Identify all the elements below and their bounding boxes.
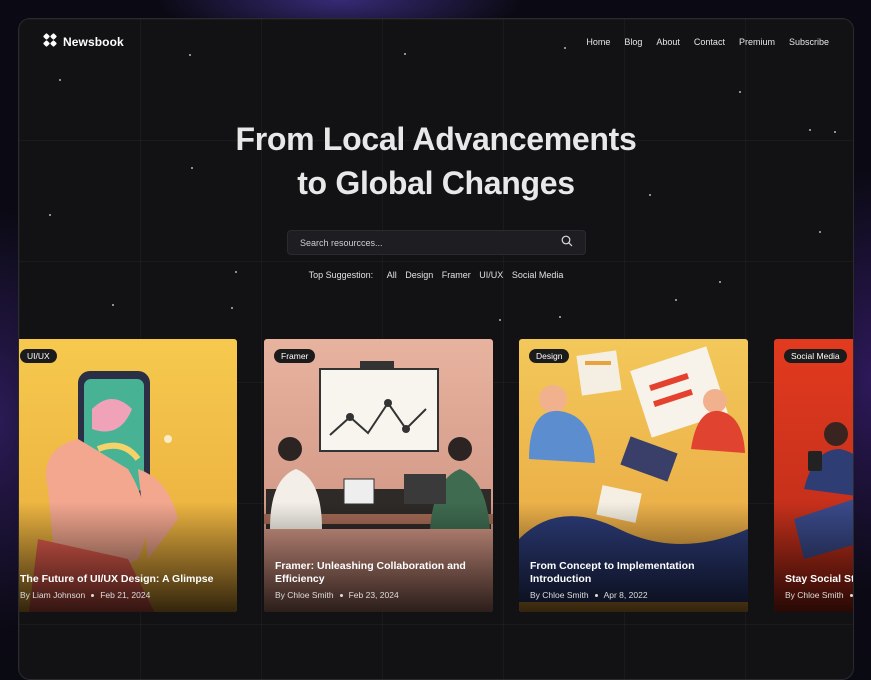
top-suggestions: Top Suggestion: All Design Framer UI/UX … — [19, 270, 853, 280]
nav-contact[interactable]: Contact — [694, 37, 725, 47]
suggestion-label: Top Suggestion: — [308, 270, 374, 280]
nav-subscribe[interactable]: Subscribe — [789, 37, 829, 47]
browser-frame: Newsbook Home Blog About Contact Premium… — [18, 18, 854, 680]
hero: From Local Advancements to Global Change… — [19, 117, 853, 205]
article-author: By Liam Johnson — [20, 590, 86, 600]
category-tag[interactable]: Design — [529, 349, 570, 363]
article-card[interactable]: Social Media Stay Social Stories: Demyst… — [774, 339, 853, 612]
nav-home[interactable]: Home — [586, 37, 610, 47]
separator-dot — [339, 594, 343, 598]
nav-menu: Home Blog About Contact Premium Subscrib… — [586, 37, 829, 47]
article-meta: By Chloe Smith Apr 8, 2022 — [530, 590, 648, 600]
article-meta: By Liam Johnson Feb 21, 2024 — [20, 590, 150, 600]
hero-title: From Local Advancements to Global Change… — [19, 117, 853, 205]
article-title[interactable]: From Concept to Implementation Introduct… — [530, 560, 740, 586]
top-nav: Newsbook Home Blog About Contact Premium… — [43, 32, 829, 52]
article-carousel: UI/UX The Future of UI/UX Design: A Glim… — [19, 339, 853, 613]
category-tag[interactable]: UI/UX — [20, 349, 57, 363]
brand-name: Newsbook — [63, 35, 124, 49]
separator-dot — [849, 594, 853, 598]
nav-premium[interactable]: Premium — [739, 37, 775, 47]
article-card[interactable]: Framer Framer: Unleashing Collaboration … — [264, 339, 493, 612]
article-card[interactable]: UI/UX The Future of UI/UX Design: A Glim… — [19, 339, 237, 612]
hero-title-line-2: to Global Changes — [297, 165, 575, 201]
suggestion-framer[interactable]: Framer — [442, 270, 471, 280]
search-input[interactable] — [300, 237, 540, 248]
hero-title-line-1: From Local Advancements — [235, 121, 637, 157]
article-author: By Chloe Smith — [275, 590, 334, 600]
article-date: Feb 21, 2024 — [100, 590, 151, 600]
article-title[interactable]: The Future of UI/UX Design: A Glimpse — [20, 573, 229, 586]
article-date: Apr 8, 2022 — [603, 590, 648, 600]
suggestion-all[interactable]: All — [387, 270, 397, 280]
brand-logo[interactable]: Newsbook — [43, 32, 124, 52]
suggestion-social-media[interactable]: Social Media — [512, 270, 564, 280]
nav-blog[interactable]: Blog — [624, 37, 642, 47]
article-card[interactable]: Design From Concept to Implementation In… — [519, 339, 748, 612]
article-author: By Chloe Smith — [530, 590, 589, 600]
category-tag[interactable]: Framer — [274, 349, 316, 363]
nav-about[interactable]: About — [656, 37, 680, 47]
separator-dot — [91, 594, 95, 598]
article-title[interactable]: Stay Social Stories: Demystifying — [785, 573, 853, 586]
category-tag[interactable]: Social Media — [784, 349, 847, 363]
separator-dot — [594, 594, 598, 598]
suggestion-uiux[interactable]: UI/UX — [479, 270, 503, 280]
suggestion-design[interactable]: Design — [405, 270, 433, 280]
article-author: By Chloe Smith — [785, 590, 844, 600]
article-title[interactable]: Framer: Unleashing Collaboration and Eff… — [275, 560, 485, 586]
article-meta: By Chloe Smith — [785, 590, 853, 600]
article-meta: By Chloe Smith Feb 23, 2024 — [275, 590, 399, 600]
article-date: Feb 23, 2024 — [348, 590, 399, 600]
search-icon[interactable] — [561, 234, 573, 252]
search-bar — [287, 230, 586, 255]
newsbook-logo-icon — [43, 32, 57, 52]
